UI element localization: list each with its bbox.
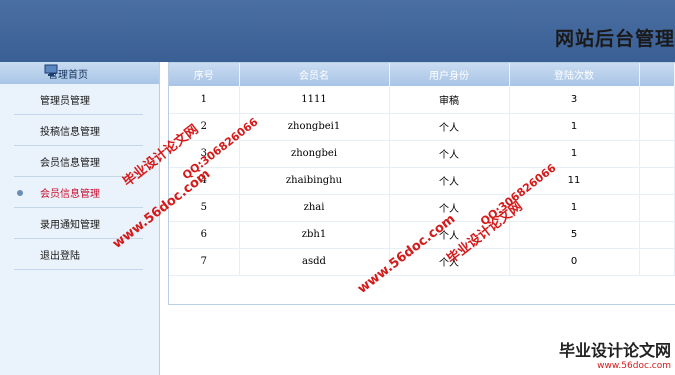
sidebar-item-submissions[interactable]: 投稿信息管理 — [14, 115, 143, 146]
cell-extra — [639, 194, 675, 222]
col-header-username: 会员名 — [239, 63, 390, 86]
col-header-id: 序号 — [169, 63, 240, 86]
table-row: 5 zhai 个人 1 — [169, 194, 675, 222]
cell-role: 个人 — [389, 140, 510, 168]
cell-username: zhai — [239, 194, 390, 222]
cell-role: 个人 — [389, 248, 510, 276]
cell-id: 3 — [169, 140, 240, 168]
cell-username: zbh1 — [239, 221, 390, 249]
cell-login-count: 3 — [509, 86, 640, 114]
sidebar-item-label: 投稿信息管理 — [40, 126, 100, 138]
cell-extra — [639, 140, 675, 168]
table-row: 3 zhongbei 个人 1 — [169, 140, 675, 168]
sidebar-item-logout[interactable]: 退出登陆 — [14, 239, 143, 270]
footer-logo: 毕业设计论文网 www.56doc.com — [559, 337, 671, 371]
col-header-extra — [639, 63, 675, 86]
table-header-row: 序号 会员名 用户身份 登陆次数 — [169, 63, 675, 86]
cell-role: 个人 — [389, 194, 510, 222]
cell-extra — [639, 113, 675, 141]
cell-username: zhaibinghu — [239, 167, 390, 195]
sidebar-item-members[interactable]: 会员信息管理 — [14, 146, 143, 177]
table-row: 1 1111 审稿 3 — [169, 86, 675, 114]
member-table-panel: 序号 会员名 用户身份 登陆次数 1 1111 审稿 3 2 zhongbei1 个人 1 3 z… — [168, 62, 675, 305]
cell-username: 1111 — [239, 86, 390, 114]
cell-extra — [639, 221, 675, 249]
cell-extra — [639, 248, 675, 276]
table-row: 2 zhongbei1 个人 1 — [169, 113, 675, 141]
cell-extra — [639, 86, 675, 114]
bullet-icon — [17, 190, 23, 196]
member-table: 序号 会员名 用户身份 登陆次数 1 1111 审稿 3 2 zhongbei1 个人 1 3 z… — [169, 63, 675, 276]
sidebar: 管理首页 管理员管理 投稿信息管理 会员信息管理 会员信息管理 录用通知管理 退… — [0, 62, 160, 375]
cell-id: 2 — [169, 113, 240, 141]
cell-login-count: 11 — [509, 167, 640, 195]
col-header-role: 用户身份 — [389, 63, 510, 86]
cell-id: 5 — [169, 194, 240, 222]
table-row: 4 zhaibinghu 个人 11 — [169, 167, 675, 195]
table-row: 7 asdd 个人 0 — [169, 248, 675, 276]
table-row: 6 zbh1 个人 5 — [169, 221, 675, 249]
cell-username: zhongbei1 — [239, 113, 390, 141]
cell-login-count: 5 — [509, 221, 640, 249]
sidebar-item-label: 会员信息管理 — [40, 188, 100, 200]
cell-role: 审稿 — [389, 86, 510, 114]
cell-id: 6 — [169, 221, 240, 249]
cell-role: 个人 — [389, 221, 510, 249]
cell-username: asdd — [239, 248, 390, 276]
sidebar-item-label: 管理员管理 — [40, 95, 90, 107]
cell-id: 4 — [169, 167, 240, 195]
cell-extra — [639, 167, 675, 195]
sidebar-item-admin[interactable]: 管理员管理 — [14, 84, 143, 115]
site-title: 网站后台管理 — [554, 28, 675, 50]
cell-id: 7 — [169, 248, 240, 276]
cell-login-count: 1 — [509, 113, 640, 141]
cell-username: zhongbei — [239, 140, 390, 168]
footer-logo-url: www.56doc.com — [597, 361, 671, 371]
cell-role: 个人 — [389, 113, 510, 141]
sidebar-item-label: 会员信息管理 — [40, 157, 100, 169]
sidebar-item-label: 录用通知管理 — [40, 219, 100, 231]
footer-logo-text: 毕业设计论文网 — [558, 341, 671, 360]
top-banner: 网站后台管理 — [0, 0, 675, 62]
cell-login-count: 0 — [509, 248, 640, 276]
cell-login-count: 1 — [509, 140, 640, 168]
computer-icon — [44, 64, 58, 76]
sidebar-home[interactable]: 管理首页 — [0, 62, 159, 84]
col-header-login-count: 登陆次数 — [509, 63, 640, 86]
sidebar-item-label: 退出登陆 — [40, 250, 80, 262]
cell-role: 个人 — [389, 167, 510, 195]
cell-id: 1 — [169, 86, 240, 114]
sidebar-item-notices[interactable]: 录用通知管理 — [14, 208, 143, 239]
sidebar-item-members-active[interactable]: 会员信息管理 — [14, 177, 143, 208]
cell-login-count: 1 — [509, 194, 640, 222]
